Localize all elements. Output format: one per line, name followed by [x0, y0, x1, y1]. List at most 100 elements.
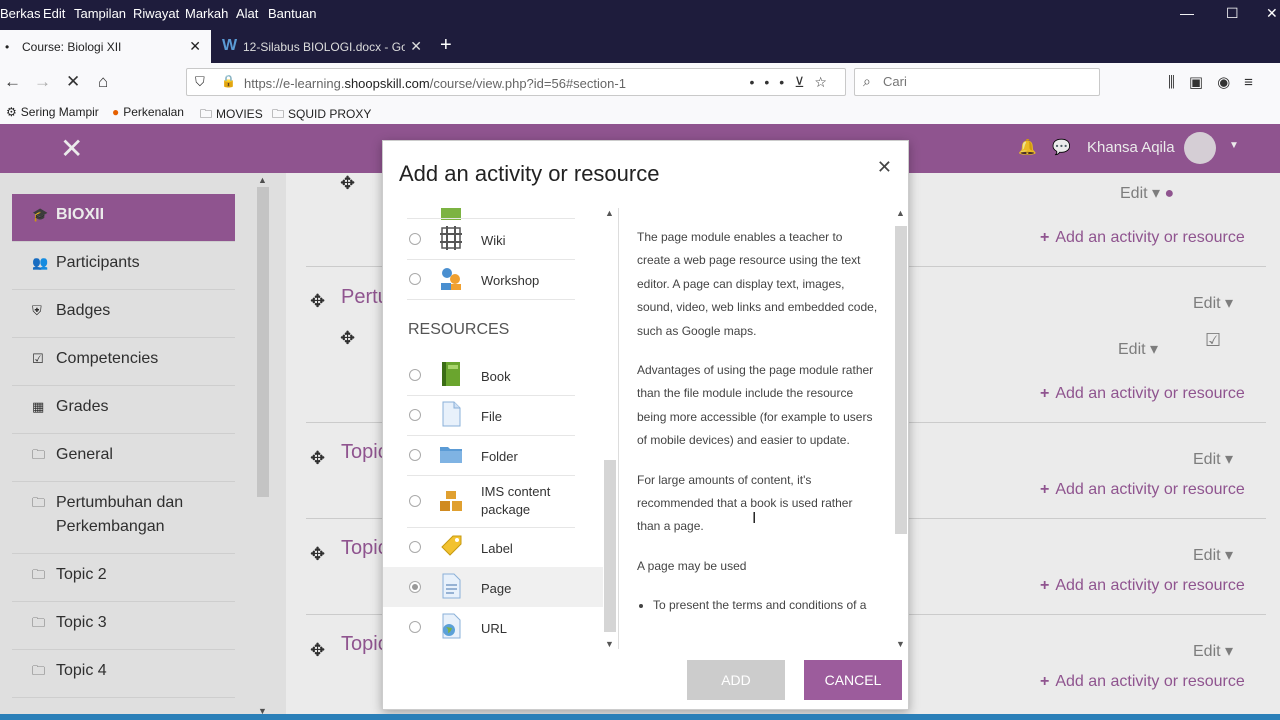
close-window-icon[interactable]: ✕ [1266, 5, 1278, 22]
scrollbar-thumb[interactable] [895, 226, 907, 534]
stop-loading-icon[interactable]: ✕ [66, 72, 80, 92]
option-file[interactable]: File [383, 395, 603, 435]
option-workshop[interactable]: Workshop [383, 259, 603, 299]
taskbar-edge [0, 714, 1280, 720]
bookmark-movies[interactable]: 🗀 MOVIES [200, 105, 263, 126]
option-label: Folder [481, 449, 518, 464]
radio-button[interactable] [409, 581, 421, 593]
workshop-icon [441, 268, 461, 290]
radio-button[interactable] [409, 495, 421, 507]
option-ims-content-package[interactable]: IMS content package [383, 475, 603, 527]
tab-close-icon[interactable]: ✕ [410, 38, 422, 55]
separator [407, 299, 575, 300]
gear-icon: ⚙ [6, 105, 17, 119]
description-paragraph: For large amounts of content, it's recom… [637, 472, 853, 534]
search-box[interactable]: ⌕ [854, 68, 1100, 96]
module-options-list: Wiki Workshop RESOURCES Book File Folder… [383, 208, 603, 649]
wiki-icon [440, 226, 462, 250]
option-label: Label [481, 541, 513, 556]
dialog-title: Add an activity or resource [399, 161, 660, 186]
radio-button[interactable] [409, 233, 421, 245]
option-label-resource[interactable]: Label [383, 527, 603, 567]
tab-bar: • Course: Biologi XII ✕ W 12-Silabus BIO… [0, 30, 1280, 63]
option-folder[interactable]: Folder [383, 435, 603, 475]
option-page[interactable]: Page [383, 567, 603, 607]
description-scrollbar[interactable]: ▲ ▼ [894, 208, 908, 649]
options-scrollbar[interactable]: ▲ ▼ [603, 208, 617, 649]
home-icon[interactable]: ⌂ [98, 72, 108, 92]
new-tab-icon[interactable]: + [440, 34, 452, 57]
file-icon [442, 401, 461, 427]
book-icon [442, 362, 460, 386]
folder-icon: 🗀 [200, 107, 213, 121]
lock-icon[interactable]: 🔒 [221, 74, 236, 88]
menu-riwayat[interactable]: Riwayat [133, 6, 179, 21]
menu-tampilan[interactable]: Tampilan [74, 6, 126, 21]
scrollbar-thumb[interactable] [604, 460, 616, 632]
description-bullet: To present the terms and conditions of a [653, 594, 879, 617]
bookmarks-bar: ⚙ Sering Mampir ● Perkenalan 🗀 MOVIES 🗀 SQUI… [0, 101, 1280, 124]
forward-icon[interactable]: → [34, 72, 51, 92]
option-wiki[interactable]: Wiki [383, 219, 603, 259]
scroll-up-icon[interactable]: ▲ [896, 208, 905, 218]
bookmark-squid-proxy[interactable]: 🗀 SQUID PROXY [272, 105, 371, 126]
option-label: File [481, 409, 502, 424]
scroll-down-icon[interactable]: ▼ [896, 639, 905, 649]
tab-title: 12-Silabus BIOLOGI.docx - Goo [243, 40, 405, 54]
description-paragraph: Advantages of using the page module rath… [637, 363, 874, 448]
url-globe-icon [442, 613, 461, 639]
description-paragraph: The page module enables a teacher to cre… [637, 230, 878, 338]
minimize-icon[interactable]: — [1180, 5, 1194, 21]
description-paragraph: A page may be used [637, 558, 747, 573]
back-icon[interactable]: ← [4, 72, 21, 92]
option-label: Book [481, 369, 511, 384]
tracking-shield-icon[interactable]: ⛉ [195, 74, 205, 90]
address-bar[interactable]: ⛉ 🔒 https://e-learning.shoopskill.com/co… [186, 68, 846, 96]
scroll-up-icon[interactable]: ▲ [605, 208, 614, 218]
bookmark-perkenalan[interactable]: ● Perkenalan [112, 105, 184, 119]
radio-button[interactable] [409, 449, 421, 461]
add-button[interactable]: ADD [687, 660, 785, 700]
cancel-button[interactable]: CANCEL [804, 660, 902, 700]
firefox-icon: ● [112, 105, 120, 119]
close-icon[interactable]: ✕ [877, 157, 892, 178]
maximize-icon[interactable]: ☐ [1226, 5, 1239, 22]
url-text[interactable]: https://e-learning.shoopskill.com/course… [244, 76, 626, 91]
menu-berkas[interactable]: Berkas [0, 6, 40, 21]
tab-title: Course: Biologi XII [22, 40, 122, 54]
label-tag-icon [441, 535, 462, 556]
navigation-toolbar: ← → ✕ ⌂ ⛉ 🔒 https://e-learning.shoopskil… [0, 63, 1280, 101]
module-description-panel: The page module enables a teacher to cre… [618, 208, 908, 649]
menu-markah[interactable]: Markah [185, 6, 228, 21]
option-book[interactable]: Book [383, 355, 603, 395]
bookmark-sering-mampir[interactable]: ⚙ Sering Mampir [6, 105, 99, 119]
tab-course-biologi[interactable]: • Course: Biologi XII ✕ [0, 30, 211, 63]
resources-heading: RESOURCES [408, 321, 510, 338]
search-icon: ⌕ [863, 73, 871, 89]
option-label: Wiki [481, 233, 506, 248]
menu-alat[interactable]: Alat [236, 6, 258, 21]
tab-close-icon[interactable]: ✕ [189, 38, 201, 55]
search-input[interactable] [883, 74, 1083, 89]
menu-bantuan[interactable]: Bantuan [268, 6, 316, 21]
radio-button[interactable] [409, 273, 421, 285]
radio-button[interactable] [409, 369, 421, 381]
option-label: Page [481, 581, 512, 596]
radio-button[interactable] [409, 409, 421, 421]
radio-button[interactable] [409, 621, 421, 633]
browser-menubar: Berkas Edit Tampilan Riwayat Markah Alat… [0, 0, 1280, 30]
folder-icon: 🗀 [272, 107, 285, 121]
option-url[interactable]: URL [383, 607, 603, 647]
radio-button[interactable] [409, 541, 421, 553]
description-text: The page module enables a teacher to cre… [637, 226, 879, 618]
scroll-down-icon[interactable]: ▼ [605, 639, 614, 649]
activity-chooser-dialog: Add an activity or resource ✕ Wiki Works… [382, 140, 909, 710]
folder-icon [440, 447, 462, 463]
menu-edit[interactable]: Edit [43, 6, 65, 21]
page-actions-icon[interactable]: •••⊻☆ [749, 74, 837, 91]
library-sidebar-account-icons[interactable]: ⫼▣◉≡ [1168, 73, 1267, 91]
package-icon [440, 491, 462, 511]
word-icon: W [222, 37, 238, 54]
option-label: URL [481, 621, 508, 636]
tab-silabus-docx[interactable]: W 12-Silabus BIOLOGI.docx - Goo ✕ [212, 30, 432, 63]
